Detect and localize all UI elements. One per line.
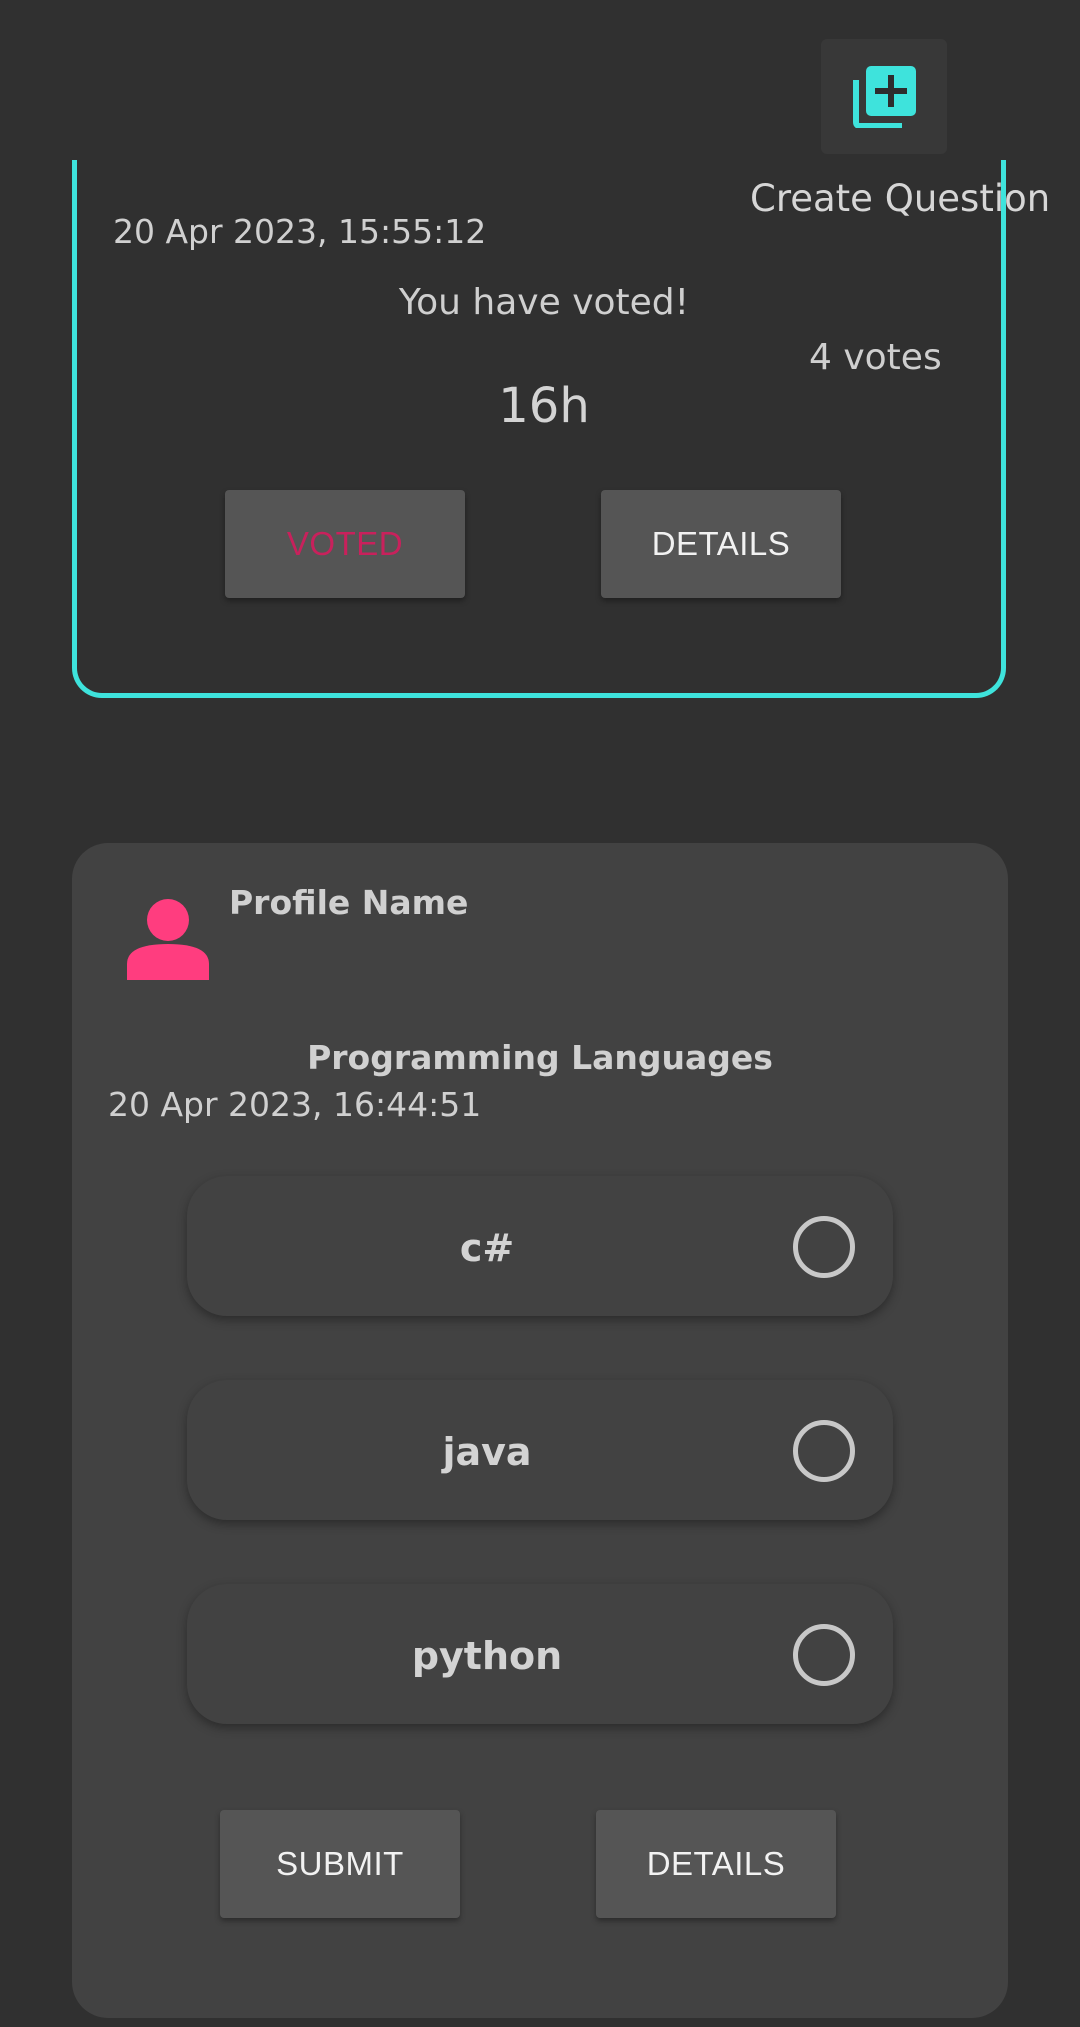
profile-name: Profile Name bbox=[229, 883, 469, 922]
vote-count: 4 votes bbox=[809, 337, 942, 378]
create-question-button[interactable] bbox=[821, 39, 947, 154]
option-csharp[interactable]: c# bbox=[187, 1176, 893, 1316]
poll-timestamp: 20 Apr 2023, 15:55:12 bbox=[113, 212, 487, 251]
time-remaining: 16h bbox=[498, 378, 590, 434]
details-button[interactable]: DETAILS bbox=[596, 1810, 836, 1918]
option-label: python bbox=[411, 1634, 563, 1678]
option-label: c# bbox=[459, 1226, 515, 1270]
radio-button[interactable] bbox=[793, 1624, 855, 1686]
question-card: Profile Name Programming Languages 20 Ap… bbox=[72, 843, 1008, 2018]
person-icon bbox=[127, 899, 209, 980]
option-label: java bbox=[442, 1430, 532, 1474]
voted-message: You have voted! bbox=[398, 282, 690, 323]
voted-poll-card: 20 Apr 2023, 15:55:12 You have voted! 4 … bbox=[72, 160, 1006, 698]
submit-button[interactable]: SUBMIT bbox=[220, 1810, 460, 1918]
add-to-library-icon bbox=[853, 65, 916, 128]
radio-button[interactable] bbox=[793, 1420, 855, 1482]
radio-button[interactable] bbox=[793, 1216, 855, 1278]
option-python[interactable]: python bbox=[187, 1584, 893, 1724]
details-button[interactable]: DETAILS bbox=[601, 490, 841, 598]
option-java[interactable]: java bbox=[187, 1380, 893, 1520]
question-title: Programming Languages bbox=[307, 1038, 773, 1077]
voted-button[interactable]: VOTED bbox=[225, 490, 465, 598]
question-timestamp: 20 Apr 2023, 16:44:51 bbox=[108, 1085, 482, 1124]
